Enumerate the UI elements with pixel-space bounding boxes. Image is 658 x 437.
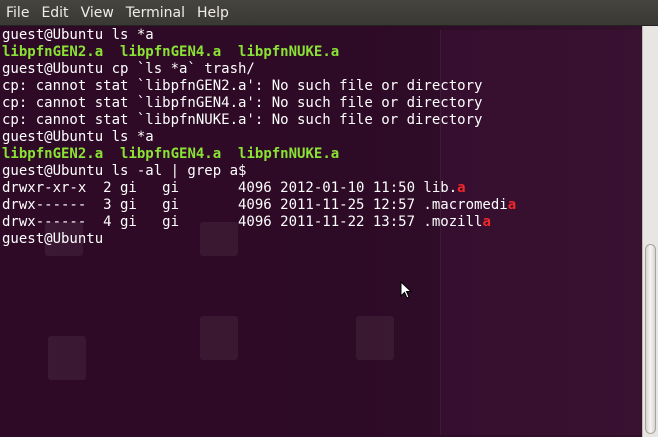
terminal-line: guest@Ubuntu ls -al | grep a$ bbox=[2, 163, 516, 180]
document-icon bbox=[48, 336, 86, 380]
terminal-line: drwx------ 4 gi gi 4096 2011-11-22 13:57… bbox=[2, 214, 516, 231]
terminal-line: libpfnGEN2.a libpfnGEN4.a libpfnNUKE.a bbox=[2, 44, 516, 61]
menu-view[interactable]: View bbox=[75, 0, 120, 26]
terminal-text: cp: cannot stat `libpfnGEN4.a': No such … bbox=[2, 95, 483, 111]
grep-match-highlight: a bbox=[507, 197, 517, 213]
terminal-line: cp: cannot stat `libpfnGEN2.a': No such … bbox=[2, 78, 516, 95]
menu-bar: File Edit View Terminal Help bbox=[0, 0, 658, 26]
file-name-highlight: libpfnGEN2.a bbox=[2, 44, 104, 60]
menu-help[interactable]: Help bbox=[191, 0, 235, 26]
terminal-text: guest@Ubuntu bbox=[2, 231, 104, 247]
spreadsheet-icon bbox=[356, 316, 394, 360]
menu-terminal[interactable]: Terminal bbox=[120, 0, 191, 26]
terminal-text: guest@Ubuntu ls *a bbox=[2, 129, 154, 145]
terminal-line: drwxr-xr-x 2 gi gi 4096 2012-01-10 11:50… bbox=[2, 180, 516, 197]
terminal-text: guest@Ubuntu ls -al | grep a$ bbox=[2, 163, 247, 179]
terminal-scrollbar[interactable] bbox=[642, 26, 658, 437]
file-name-highlight: libpfnGEN4.a bbox=[120, 146, 222, 162]
terminal-line: drwx------ 3 gi gi 4096 2011-11-25 12:57… bbox=[2, 197, 516, 214]
terminal-line: guest@Ubuntu ls *a bbox=[2, 27, 516, 44]
grep-match-highlight: a bbox=[457, 180, 466, 196]
terminal-text: guest@Ubuntu cp `ls *a` trash/ bbox=[2, 61, 255, 77]
file-name-highlight: libpfnGEN2.a bbox=[2, 146, 104, 162]
terminal-text: drwxr-xr-x 2 gi gi 4096 2012-01-10 11:50… bbox=[2, 180, 458, 196]
terminal-line: guest@Ubuntu cp `ls *a` trash/ bbox=[2, 61, 516, 78]
terminal-line: guest@Ubuntu ls *a bbox=[2, 129, 516, 146]
file-name-highlight: libpfnNUKE.a bbox=[238, 146, 340, 162]
terminal-line: libpfnGEN2.a libpfnGEN4.a libpfnNUKE.a bbox=[2, 146, 516, 163]
menu-file[interactable]: File bbox=[0, 0, 35, 26]
terminal-text: cp: cannot stat `libpfnGEN2.a': No such … bbox=[2, 78, 483, 94]
menu-edit[interactable]: Edit bbox=[35, 0, 74, 26]
terminal-lines: guest@Ubuntu ls *a libpfnGEN2.a libpfnGEN… bbox=[2, 27, 516, 248]
terminal-line: cp: cannot stat `libpfnNUKE.a': No such … bbox=[2, 112, 516, 129]
mouse-pointer-icon bbox=[400, 281, 412, 299]
spreadsheet-icon bbox=[200, 316, 238, 360]
terminal-text: cp: cannot stat `libpfnNUKE.a': No such … bbox=[2, 112, 483, 128]
terminal-text: drwx------ 4 gi gi 4096 2011-11-22 13:57… bbox=[2, 214, 483, 230]
terminal-text: drwx------ 3 gi gi 4096 2011-11-25 12:57… bbox=[2, 197, 508, 213]
file-name-highlight: libpfnNUKE.a bbox=[238, 44, 340, 60]
grep-match-highlight: a bbox=[482, 214, 491, 230]
terminal-line: guest@Ubuntu bbox=[2, 231, 516, 248]
terminal-output[interactable]: guest@Ubuntu ls *a libpfnGEN2.a libpfnGEN… bbox=[0, 26, 642, 437]
file-name-highlight: libpfnGEN4.a bbox=[120, 44, 222, 60]
terminal-line: cp: cannot stat `libpfnGEN4.a': No such … bbox=[2, 95, 516, 112]
scrollbar-thumb[interactable] bbox=[645, 244, 656, 434]
terminal-text: guest@Ubuntu ls *a bbox=[2, 27, 154, 43]
